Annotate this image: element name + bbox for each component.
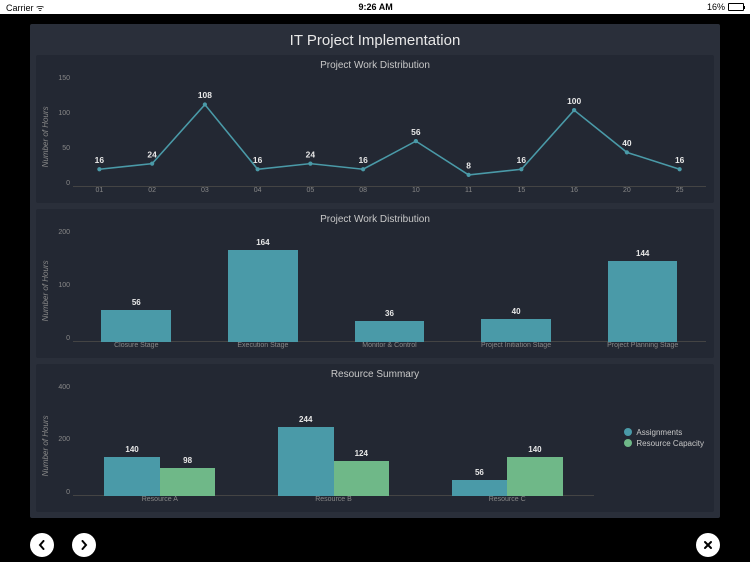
chart3-legend: Assignments Resource Capacity — [624, 426, 704, 450]
chart3-ylabel: Number of Hours — [40, 384, 51, 508]
bottom-nav — [0, 528, 750, 562]
chart1-title: Project Work Distribution — [36, 55, 714, 73]
chart1-xcats: 010203040508101115162025 — [73, 187, 706, 199]
svg-text:16: 16 — [358, 155, 368, 165]
dashboard: IT Project Implementation Project Work D… — [30, 24, 720, 518]
legend-dot-capacity — [624, 439, 632, 447]
chart1-yticks: 150100500 — [51, 75, 73, 199]
close-button[interactable] — [696, 533, 720, 557]
battery-icon — [728, 3, 744, 11]
svg-text:100: 100 — [567, 96, 581, 106]
svg-text:24: 24 — [147, 149, 157, 159]
legend-label-assignments: Assignments — [636, 428, 682, 437]
svg-text:16: 16 — [95, 155, 105, 165]
status-bar: Carrier ᯤ 9:26 AM 16% — [0, 0, 750, 14]
chart2-title: Project Work Distribution — [36, 209, 714, 227]
chart2-plot: 561643640144 Closure StageExecution Stag… — [73, 229, 706, 353]
chart2-ylabel: Number of Hours — [40, 229, 51, 353]
carrier-label: Carrier ᯤ — [6, 1, 44, 14]
chart3-title: Resource Summary — [36, 364, 714, 382]
svg-text:108: 108 — [198, 90, 212, 100]
next-button[interactable] — [72, 533, 96, 557]
prev-button[interactable] — [30, 533, 54, 557]
svg-text:56: 56 — [411, 127, 421, 137]
battery-status: 16% — [707, 2, 744, 12]
svg-text:16: 16 — [675, 155, 685, 165]
chart3-xcats: Resource AResource BResource C — [73, 496, 594, 508]
chart-panel-line: Project Work Distribution Number of Hour… — [36, 55, 714, 203]
legend-dot-assignments — [624, 428, 632, 436]
legend-label-capacity: Resource Capacity — [636, 439, 704, 448]
content-area: IT Project Implementation Project Work D… — [0, 14, 750, 528]
chart-panel-grouped: Resource Summary Number of Hours 4002000… — [36, 364, 714, 512]
chart-panel-bar: Project Work Distribution Number of Hour… — [36, 209, 714, 357]
chart1-plot: 16 24 108 16 24 16 56 8 16 100 40 16 01020304050810… — [73, 75, 706, 199]
svg-text:8: 8 — [466, 161, 471, 171]
chart3-yticks: 4002000 — [51, 384, 73, 508]
svg-text:24: 24 — [306, 149, 316, 159]
svg-text:40: 40 — [622, 138, 632, 148]
wifi-icon: ᯤ — [36, 3, 44, 13]
clock: 9:26 AM — [44, 2, 707, 12]
svg-text:16: 16 — [517, 155, 527, 165]
chart3-plot: 1409824412456140 Resource AResource BRes… — [73, 384, 594, 508]
svg-text:16: 16 — [253, 155, 263, 165]
dashboard-title: IT Project Implementation — [30, 24, 720, 55]
chart1-ylabel: Number of Hours — [40, 75, 51, 199]
chart2-yticks: 2001000 — [51, 229, 73, 353]
chart2-xcats: Closure StageExecution StageMonitor & Co… — [73, 342, 706, 354]
